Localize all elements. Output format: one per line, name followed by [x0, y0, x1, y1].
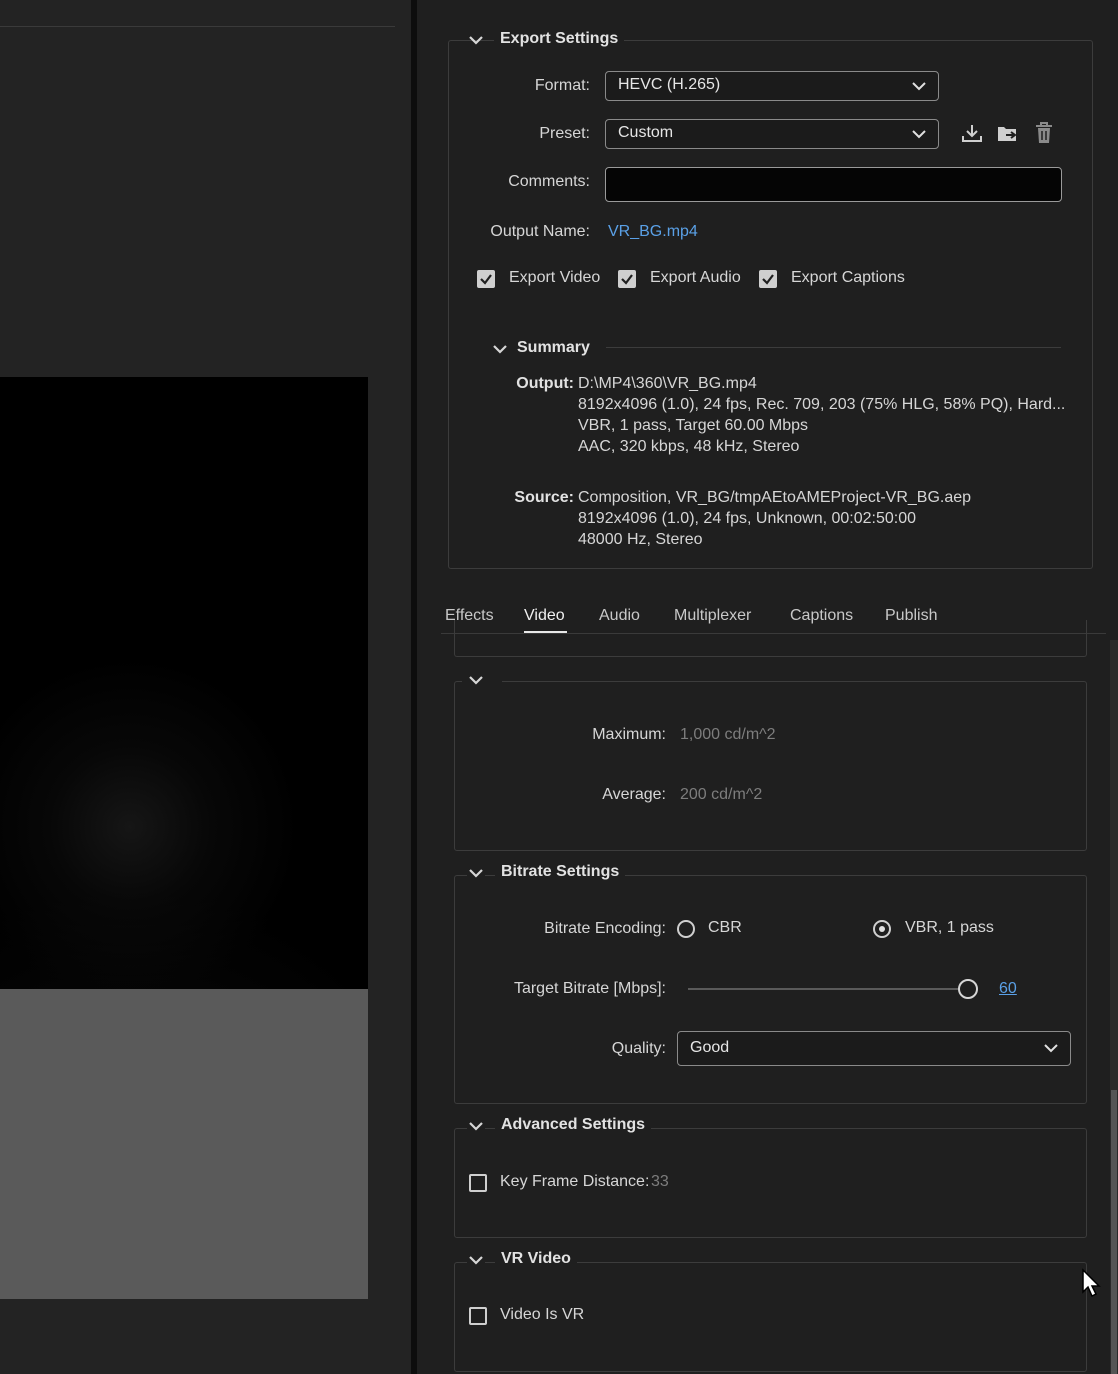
summary-output-line: AAC, 320 kbps, 48 kHz, Stereo [578, 438, 800, 455]
chevron-down-icon[interactable] [467, 1119, 485, 1133]
key-frame-distance-value[interactable]: 33 [651, 1173, 669, 1191]
scrollbar-thumb[interactable] [1111, 1090, 1117, 1374]
quality-dropdown[interactable]: Good [677, 1031, 1071, 1066]
luminance-group [454, 681, 1087, 851]
maximum-label: Maximum: [592, 726, 666, 743]
video-is-vr-label: Video Is VR [500, 1306, 585, 1323]
summary-output-line: 8192x4096 (1.0), 24 fps, Rec. 709, 203 (… [578, 396, 1066, 413]
quality-value: Good [690, 1039, 730, 1056]
target-bitrate-label: Target Bitrate [Mbps]: [513, 980, 666, 997]
target-bitrate-value[interactable]: 60 [999, 980, 1017, 998]
preview-letterbox [0, 989, 368, 1299]
preset-dropdown[interactable]: Custom [605, 119, 939, 149]
bitrate-encoding-label: Bitrate Encoding: [544, 920, 666, 937]
export-video-label: Export Video [509, 269, 601, 286]
format-dropdown[interactable]: HEVC (H.265) [605, 71, 939, 101]
cbr-radio[interactable] [677, 920, 695, 938]
target-bitrate-slider-handle[interactable] [958, 979, 978, 999]
export-video-checkbox[interactable] [477, 270, 495, 288]
export-captions-label: Export Captions [791, 269, 905, 286]
previous-group-box [454, 620, 1087, 657]
summary-source-line: 48000 Hz, Stereo [578, 531, 703, 548]
export-audio-checkbox[interactable] [618, 270, 636, 288]
preset-label: Preset: [539, 125, 590, 142]
summary-rule [606, 347, 1061, 348]
export-audio-label: Export Audio [650, 269, 741, 286]
comments-field[interactable] [605, 167, 1062, 202]
format-label: Format: [534, 77, 590, 94]
chevron-down-icon[interactable] [491, 342, 509, 356]
preset-value: Custom [618, 124, 674, 141]
key-frame-distance-label: Key Frame Distance: [500, 1173, 650, 1190]
chevron-down-icon [1044, 1044, 1058, 1053]
key-frame-distance-checkbox[interactable] [469, 1174, 487, 1192]
summary-header: Summary [517, 339, 590, 356]
vbr-radio[interactable] [873, 920, 891, 938]
preview-video-frame [0, 377, 368, 989]
average-label: Average: [602, 786, 666, 803]
format-value: HEVC (H.265) [618, 76, 721, 93]
chevron-down-icon [912, 82, 926, 91]
average-value: 200 cd/m^2 [680, 786, 763, 803]
cbr-label: CBR [708, 919, 742, 936]
summary-source-line: 8192x4096 (1.0), 24 fps, Unknown, 00:02:… [578, 510, 917, 527]
chevron-down-icon[interactable] [467, 866, 485, 880]
output-name-link[interactable]: VR_BG.mp4 [608, 223, 698, 241]
summary-output-line: D:\MP4\360\VR_BG.mp4 [578, 375, 757, 392]
delete-preset-icon[interactable] [1033, 121, 1055, 145]
preview-divider-line [0, 26, 395, 27]
chevron-down-icon [912, 130, 926, 139]
save-preset-icon[interactable] [961, 122, 983, 144]
advanced-settings-header: Advanced Settings [495, 1116, 652, 1134]
chevron-down-icon[interactable] [467, 1253, 485, 1267]
output-name-label: Output Name: [490, 223, 590, 240]
summary-source-line: Composition, VR_BG/tmpAEtoAMEProject-VR_… [578, 489, 972, 506]
summary-source-label: Source: [514, 489, 574, 506]
vr-video-header: VR Video [495, 1250, 577, 1268]
maximum-value: 1,000 cd/m^2 [680, 726, 776, 743]
target-bitrate-slider-track[interactable] [688, 988, 968, 990]
chevron-down-icon[interactable] [467, 33, 485, 47]
vbr-label: VBR, 1 pass [905, 919, 994, 936]
import-preset-icon[interactable] [996, 122, 1020, 144]
summary-output-label: Output: [516, 375, 574, 392]
export-captions-checkbox[interactable] [759, 270, 777, 288]
export-settings-header: Export Settings [494, 30, 625, 48]
comments-label: Comments: [508, 173, 590, 190]
chevron-down-icon[interactable] [467, 673, 485, 687]
mouse-cursor-icon [1082, 1268, 1101, 1298]
quality-label: Quality: [611, 1040, 666, 1057]
bitrate-settings-header: Bitrate Settings [495, 863, 626, 881]
summary-output-line: VBR, 1 pass, Target 60.00 Mbps [578, 417, 809, 434]
video-is-vr-checkbox[interactable] [469, 1307, 487, 1325]
